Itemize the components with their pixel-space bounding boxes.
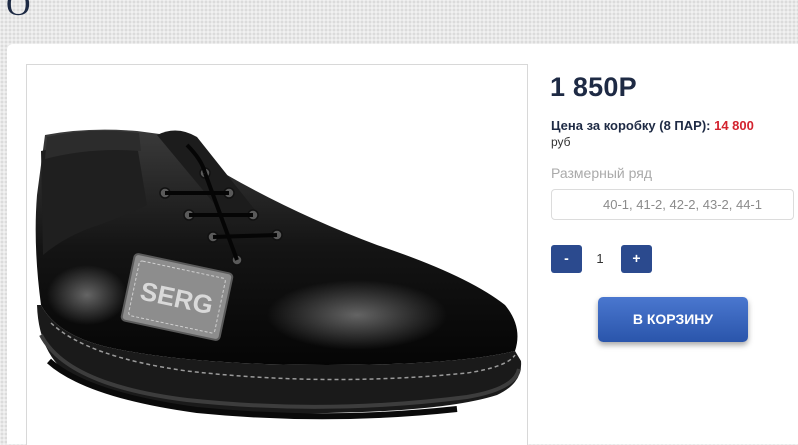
size-range-label: Размерный ряд xyxy=(551,165,653,181)
box-price: Цена за коробку (8 ПАР): 14 800 руб xyxy=(551,118,754,150)
product-image[interactable]: SERG xyxy=(26,64,528,445)
page-heading-fragment: O xyxy=(6,0,31,23)
box-price-value: 14 800 xyxy=(714,118,754,133)
quantity-decrease-button[interactable]: - xyxy=(551,245,582,273)
size-range-field[interactable]: 40-1, 41-2, 42-2, 43-2, 44-1 xyxy=(551,189,794,220)
product-card: SERG 1 850Р Цена за коробку (8 ПАР): 14 … xyxy=(7,44,798,445)
quantity-increase-button[interactable]: + xyxy=(621,245,652,273)
product-price: 1 850Р xyxy=(550,72,637,102)
box-price-label: Цена за коробку (8 ПАР): xyxy=(551,118,711,133)
quantity-value[interactable]: 1 xyxy=(585,251,615,266)
boot-image: SERG xyxy=(35,129,522,420)
box-price-unit: руб xyxy=(551,135,571,149)
add-to-cart-button[interactable]: В КОРЗИНУ xyxy=(598,297,748,342)
